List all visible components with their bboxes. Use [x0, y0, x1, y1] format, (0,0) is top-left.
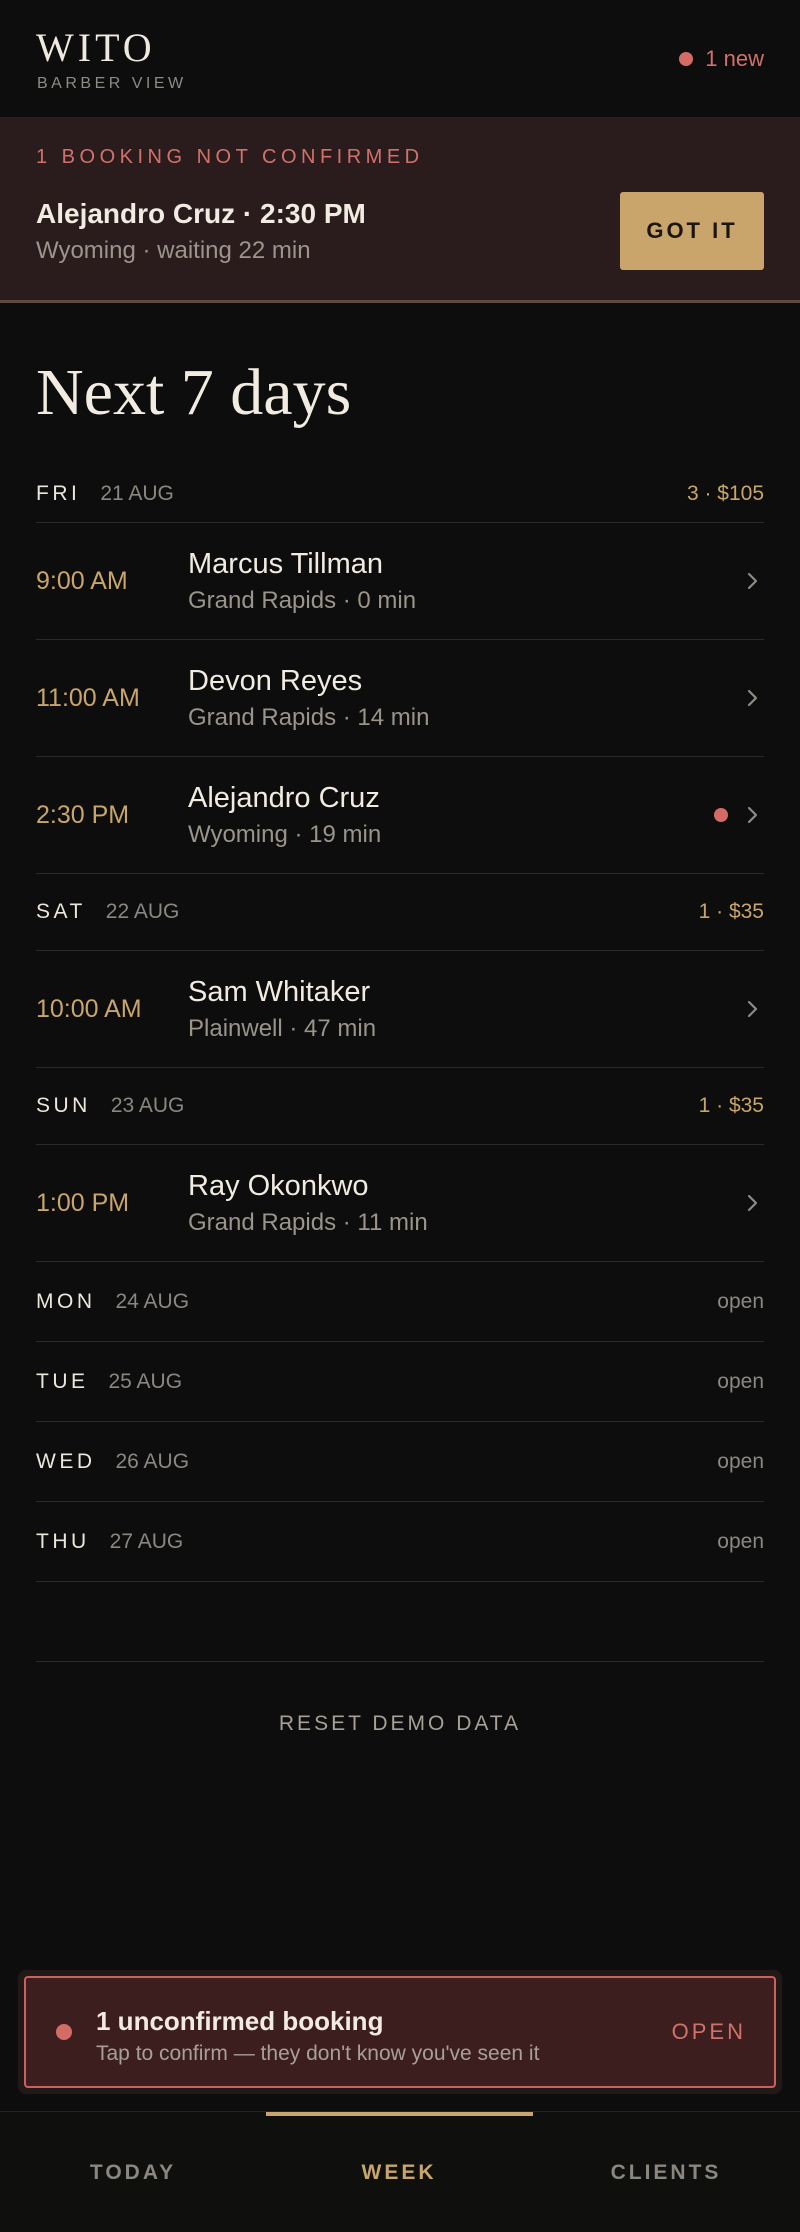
page-title: Next 7 days — [36, 356, 352, 429]
day-name: WED — [36, 1449, 96, 1473]
day-summary: open — [717, 1449, 764, 1473]
alert-title: Alejandro Cruz · 2:30 PM — [36, 198, 366, 229]
unconfirmed-toast[interactable]: 1 unconfirmed booking Tap to confirm — t… — [18, 1970, 782, 2094]
chevron-right-icon — [742, 1193, 762, 1213]
chevron-right-icon — [742, 688, 762, 708]
client-name: Devon Reyes — [188, 664, 363, 697]
app-logo: WITO — [36, 25, 156, 70]
day-summary: open — [717, 1369, 764, 1393]
chevron-right-icon — [742, 999, 762, 1019]
day-header-thu: THU 27 AUG open — [36, 1502, 764, 1582]
day-date: 27 AUG — [109, 1529, 184, 1553]
day-header-sat: SAT 22 AUG 1 · $35 — [36, 874, 764, 951]
new-count-label: 1 new — [705, 46, 764, 71]
unconfirmed-alert-banner: 1 BOOKING NOT CONFIRMED Alejandro Cruz ·… — [0, 118, 800, 303]
day-date: 25 AUG — [108, 1369, 183, 1393]
day-name: FRI — [36, 482, 81, 505]
toast-open-button[interactable]: OPEN — [672, 2019, 746, 2045]
new-dot-icon — [679, 52, 694, 66]
booking-time: 10:00 AM — [36, 994, 142, 1023]
client-name: Marcus Tillman — [188, 547, 383, 580]
day-header-fri: FRI 21 AUG 3 · $105 — [36, 466, 764, 523]
client-name: Alejandro Cruz — [188, 781, 380, 814]
booking-time: 1:00 PM — [36, 1188, 130, 1217]
client-name: Ray Okonkwo — [188, 1169, 369, 1202]
app-header: WITO BARBER VIEW 1 new — [0, 0, 800, 118]
booking-time: 11:00 AM — [36, 683, 140, 712]
toast-dot-icon — [56, 2024, 72, 2040]
toast-subtitle: Tap to confirm — they don't know you've … — [96, 2042, 540, 2065]
day-date: 26 AUG — [115, 1449, 190, 1473]
booking-info: Marcus Tillman Grand Rapids · 0 min — [188, 548, 416, 615]
day-date: 21 AUG — [100, 482, 174, 505]
booking-time: 9:00 AM — [36, 566, 128, 595]
day-name: TUE — [36, 1369, 89, 1393]
unconfirmed-dot-icon — [714, 808, 728, 822]
booking-time: 2:30 PM — [36, 800, 130, 829]
alert-kicker: 1 BOOKING NOT CONFIRMED — [36, 146, 424, 168]
chevron-right-icon — [742, 571, 762, 591]
day-name: SAT — [36, 900, 86, 923]
booking-info: Devon Reyes Grand Rapids · 14 min — [188, 665, 429, 732]
day-header-sun: SUN 23 AUG 1 · $35 — [36, 1068, 764, 1145]
toast-title: 1 unconfirmed booking — [96, 2006, 384, 2036]
booking-meta: Grand Rapids · 11 min — [188, 1208, 428, 1236]
booking-meta: Grand Rapids · 14 min — [188, 703, 430, 731]
client-name: Sam Whitaker — [188, 975, 371, 1008]
day-summary: open — [717, 1289, 764, 1313]
alert-subtitle: Wyoming · waiting 22 min — [36, 237, 311, 264]
toast-body[interactable]: 1 unconfirmed booking Tap to confirm — t… — [24, 1976, 776, 2088]
day-summary: 1 · $35 — [698, 900, 764, 923]
booking-row[interactable]: 1:00 PM Ray Okonkwo Grand Rapids · 11 min — [36, 1145, 764, 1262]
day-name: MON — [36, 1289, 96, 1313]
day-summary: 1 · $35 — [698, 1094, 764, 1117]
chevron-right-icon — [742, 805, 762, 825]
week-schedule-list: FRI 21 AUG 3 · $105 9:00 AM Marcus Tillman Gr… — [36, 466, 764, 1736]
new-notification-badge[interactable]: 1 new — [679, 46, 764, 72]
nav-tab-week[interactable]: WEEK — [266, 2112, 532, 2232]
nav-tab-today[interactable]: TODAY — [0, 2112, 266, 2232]
booking-info: Ray Okonkwo Grand Rapids · 11 min — [188, 1170, 428, 1237]
reset-demo-button[interactable]: RESET DEMO DATA — [279, 1712, 521, 1736]
booking-meta: Wyoming · 19 min — [188, 820, 382, 848]
booking-meta: Grand Rapids · 0 min — [188, 586, 417, 614]
booking-row[interactable]: 11:00 AM Devon Reyes Grand Rapids · 14 min — [36, 640, 764, 757]
app-subtitle: BARBER VIEW — [37, 75, 187, 92]
day-header-mon: MON 24 AUG open — [36, 1262, 764, 1342]
day-summary: 3 · $105 — [686, 482, 764, 505]
booking-info: Sam Whitaker Plainwell · 47 min — [188, 976, 376, 1043]
booking-row[interactable]: 2:30 PM Alejandro Cruz Wyoming · 19 min — [36, 757, 764, 874]
nav-tab-clients[interactable]: CLIENTS — [533, 2112, 799, 2232]
booking-info: Alejandro Cruz Wyoming · 19 min — [188, 782, 381, 849]
got-it-button[interactable]: GOT IT — [620, 192, 764, 270]
bottom-nav: TODAY WEEK CLIENTS — [0, 2111, 800, 2232]
booking-row[interactable]: 9:00 AM Marcus Tillman Grand Rapids · 0 mi… — [36, 523, 764, 640]
day-date: 23 AUG — [110, 1094, 185, 1117]
day-summary: open — [717, 1529, 764, 1553]
list-end-divider — [36, 1582, 764, 1662]
day-date: 22 AUG — [105, 900, 180, 923]
day-name: SUN — [36, 1094, 91, 1117]
booking-meta: Plainwell · 47 min — [188, 1014, 377, 1042]
day-name: THU — [36, 1529, 90, 1553]
booking-row[interactable]: 10:00 AM Sam Whitaker Plainwell · 47 min — [36, 951, 764, 1068]
day-header-wed: WED 26 AUG open — [36, 1422, 764, 1502]
day-header-tue: TUE 25 AUG open — [36, 1342, 764, 1422]
day-date: 24 AUG — [115, 1289, 190, 1313]
